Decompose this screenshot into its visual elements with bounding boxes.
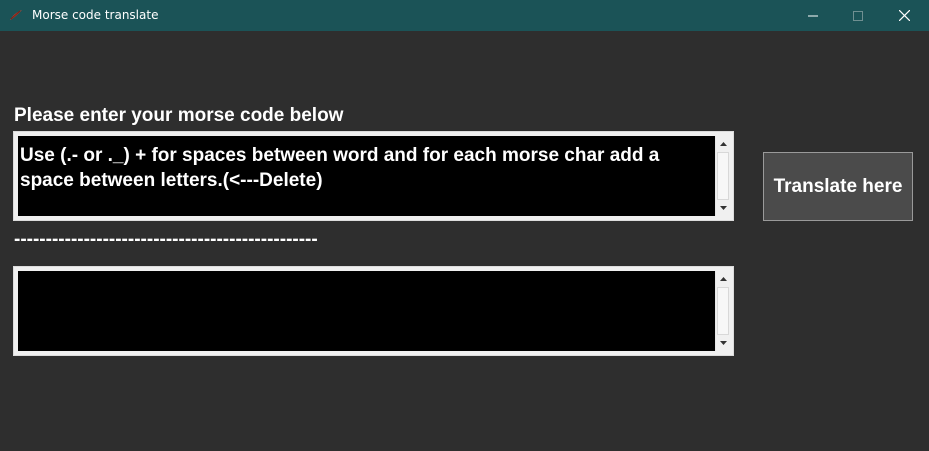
window-title: Morse code translate	[32, 8, 159, 22]
prompt-label: Please enter your morse code below	[14, 105, 344, 126]
scroll-down-arrow-icon[interactable]	[717, 201, 730, 215]
translation-output-frame	[13, 266, 734, 356]
close-button[interactable]	[881, 0, 927, 31]
title-bar: Morse code translate	[0, 0, 929, 31]
output-scrollbar[interactable]	[715, 271, 730, 351]
minimize-button[interactable]	[790, 0, 836, 31]
scroll-up-arrow-icon[interactable]	[717, 137, 730, 151]
scroll-up-arrow-icon[interactable]	[717, 272, 730, 286]
scroll-thumb[interactable]	[717, 287, 729, 335]
maximize-icon	[853, 10, 863, 21]
translate-button[interactable]: Translate here	[763, 152, 913, 221]
separator-line: ----------------------------------------…	[14, 229, 318, 250]
morse-input-textarea[interactable]: Use (.- or ._) + for spaces between word…	[18, 136, 715, 216]
morse-input-frame: Use (.- or ._) + for spaces between word…	[13, 131, 734, 221]
maximize-button[interactable]	[835, 0, 881, 31]
scroll-thumb[interactable]	[717, 152, 729, 200]
close-icon	[898, 10, 910, 21]
minimize-icon	[808, 15, 818, 16]
input-scrollbar[interactable]	[715, 136, 730, 216]
translation-output-textarea[interactable]	[18, 271, 715, 351]
feather-app-icon	[10, 10, 22, 20]
scroll-down-arrow-icon[interactable]	[717, 336, 730, 350]
